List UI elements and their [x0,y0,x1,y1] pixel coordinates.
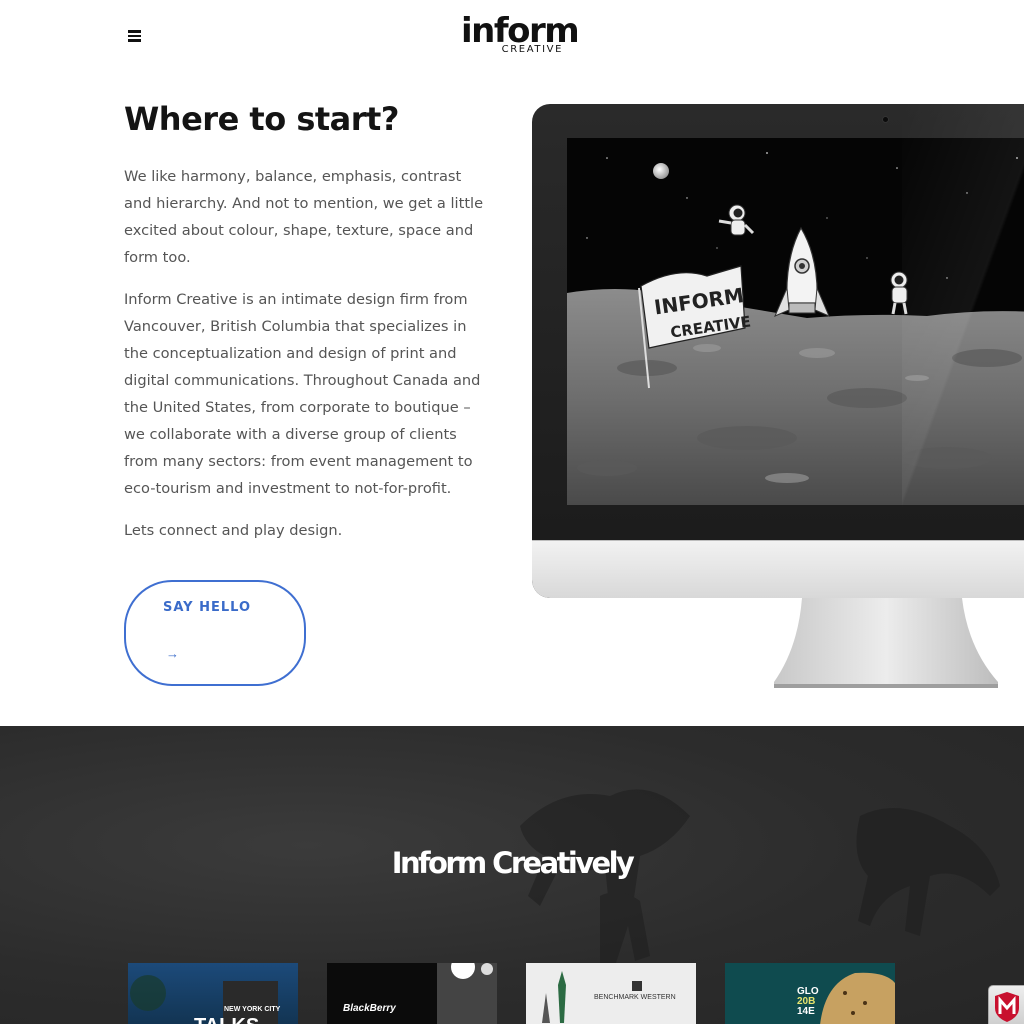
thumb-3-caption: BENCHMARK WESTERN [594,994,676,1001]
page-headline: Where to start? [124,100,399,138]
hamburger-menu-icon[interactable] [126,27,144,43]
screen-glare [902,104,1024,540]
thumb-2-caption: BlackBerry [343,1003,396,1014]
mcafee-shield-icon[interactable] [988,985,1024,1024]
thumb-4-line-3: 14E [797,1006,815,1017]
thumb-1-headline: TALKS [194,1015,259,1024]
portfolio-thumb-globe-2014[interactable]: GLO 20B 14E [725,963,895,1024]
inform-creative-logo[interactable]: inform CREATIVE [461,12,580,58]
shield-svg [995,992,1019,1022]
monitor-chin [532,540,1024,598]
intro-paragraph-1: We like harmony, balance, emphasis, cont… [124,168,484,266]
portfolio-section: Inform Creatively NEW YORK CITY TALKS Bl… [0,726,1024,1024]
portfolio-thumb-nyc-talks[interactable]: NEW YORK CITY TALKS [128,963,298,1024]
thumb-2-art [437,963,497,1024]
thumb-1-caption: NEW YORK CITY [224,1006,281,1013]
portfolio-thumb-benchmark-western[interactable]: BENCHMARK WESTERN [526,963,696,1024]
desktop-monitor-image: INFORM CREATIVE [532,104,1024,598]
say-hello-label: SAY HELLO [163,600,252,615]
arrow-right-icon: → [166,646,179,661]
camera-dot [882,116,889,123]
portfolio-thumb-blackberry[interactable]: BlackBerry [327,963,497,1024]
monitor-stand [774,598,998,688]
section-title: Inform Creatively [391,846,635,880]
say-hello-button[interactable]: SAY HELLO → [124,580,306,686]
intro-paragraph-3: Lets connect and play design. [124,522,343,539]
intro-paragraph-2: Inform Creative is an intimate design fi… [124,291,481,497]
